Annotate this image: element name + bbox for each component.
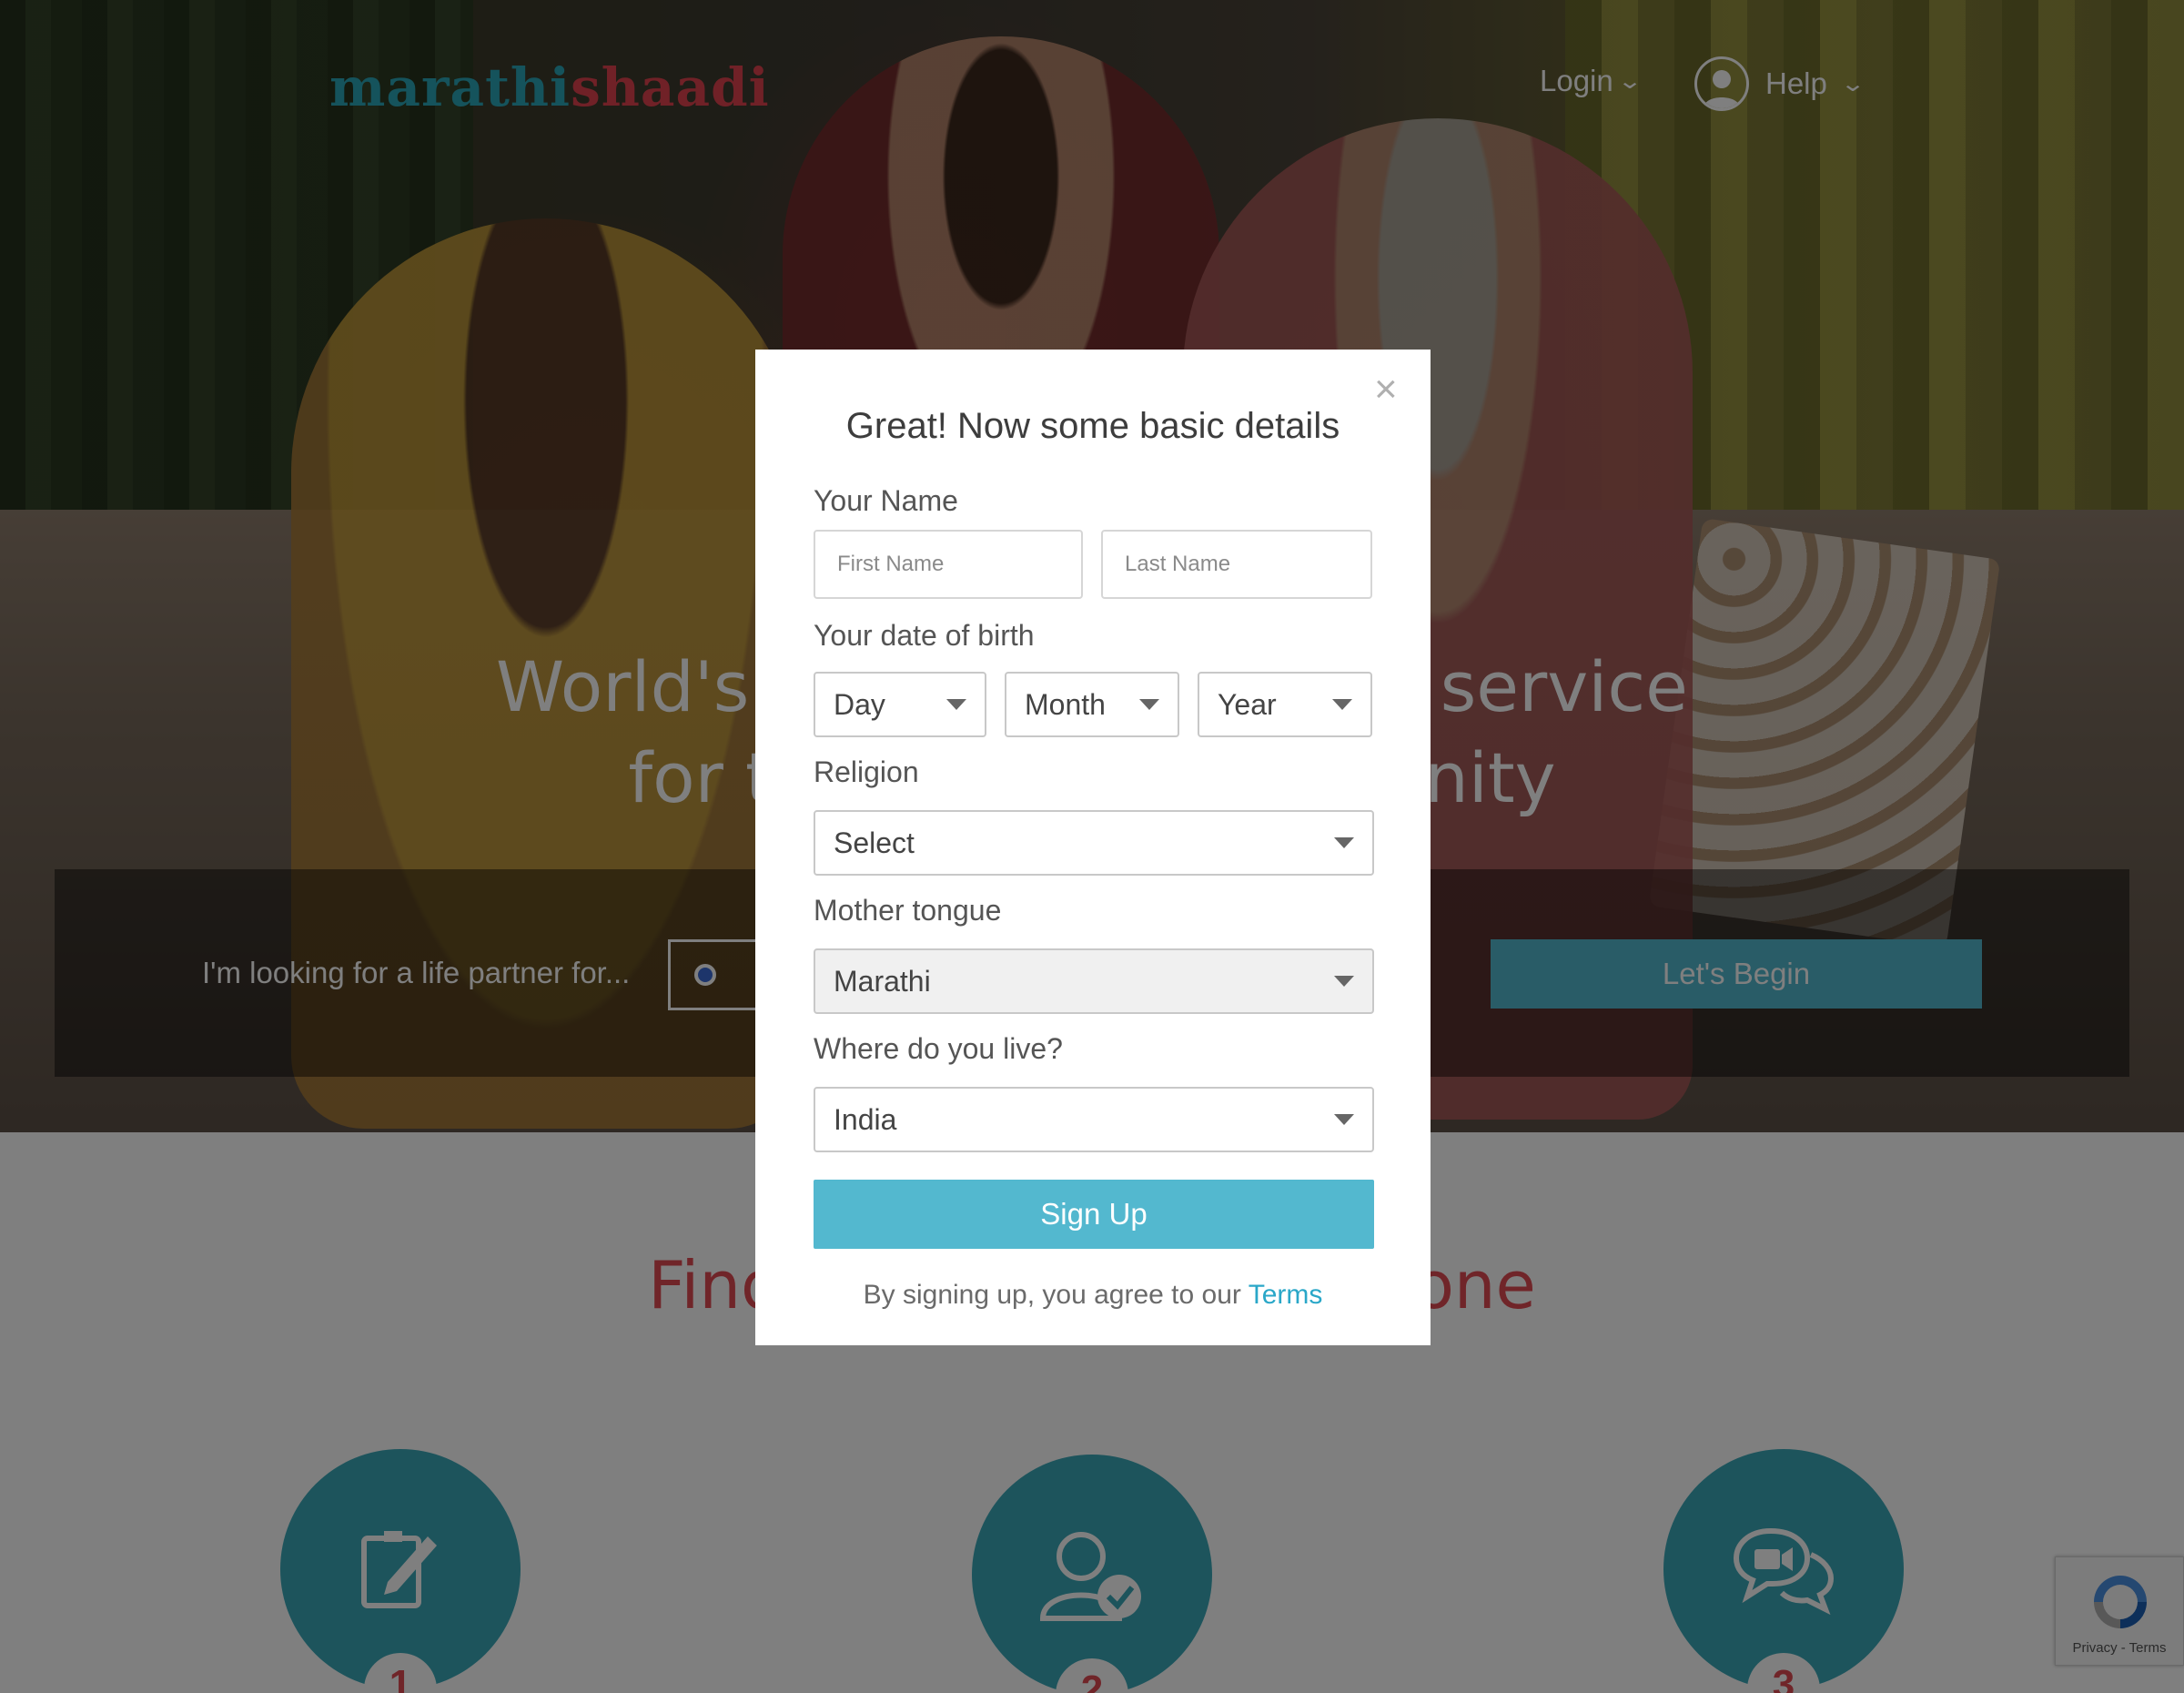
dob-day-value: Day [834, 687, 885, 721]
signup-modal: × Great! Now some basic details Your Nam… [755, 350, 1431, 1345]
dob-year-value: Year [1218, 687, 1277, 721]
sign-up-button[interactable]: Sign Up [814, 1180, 1374, 1249]
residence-value: India [834, 1102, 897, 1136]
close-icon[interactable]: × [1374, 370, 1398, 410]
residence-label: Where do you live? [814, 1032, 1063, 1065]
religion-label: Religion [814, 755, 919, 788]
religion-select[interactable]: Select [814, 810, 1374, 876]
caret-down-icon [1139, 699, 1159, 710]
name-label: Your Name [814, 484, 958, 517]
caret-down-icon [1334, 837, 1354, 848]
mother-tongue-value: Marathi [834, 964, 931, 998]
dob-month-select[interactable]: Month [1005, 672, 1179, 737]
caret-down-icon [1332, 699, 1352, 710]
terms-notice: By signing up, you agree to our Terms [755, 1280, 1431, 1311]
last-name-input[interactable] [1101, 530, 1372, 599]
caret-down-icon [1334, 976, 1354, 987]
mother-tongue-select[interactable]: Marathi [814, 948, 1374, 1014]
caret-down-icon [946, 699, 966, 710]
terms-prefix: By signing up, you agree to our [863, 1280, 1241, 1310]
dob-day-select[interactable]: Day [814, 672, 986, 737]
first-name-input[interactable] [814, 530, 1083, 599]
residence-select[interactable]: India [814, 1087, 1374, 1152]
modal-title: Great! Now some basic details [845, 406, 1340, 446]
mother-tongue-label: Mother tongue [814, 894, 1002, 927]
religion-value: Select [834, 826, 915, 859]
dob-label: Your date of birth [814, 619, 1035, 652]
dob-year-select[interactable]: Year [1198, 672, 1372, 737]
terms-link[interactable]: Terms [1249, 1280, 1323, 1310]
dob-month-value: Month [1025, 687, 1106, 721]
caret-down-icon [1334, 1114, 1354, 1125]
